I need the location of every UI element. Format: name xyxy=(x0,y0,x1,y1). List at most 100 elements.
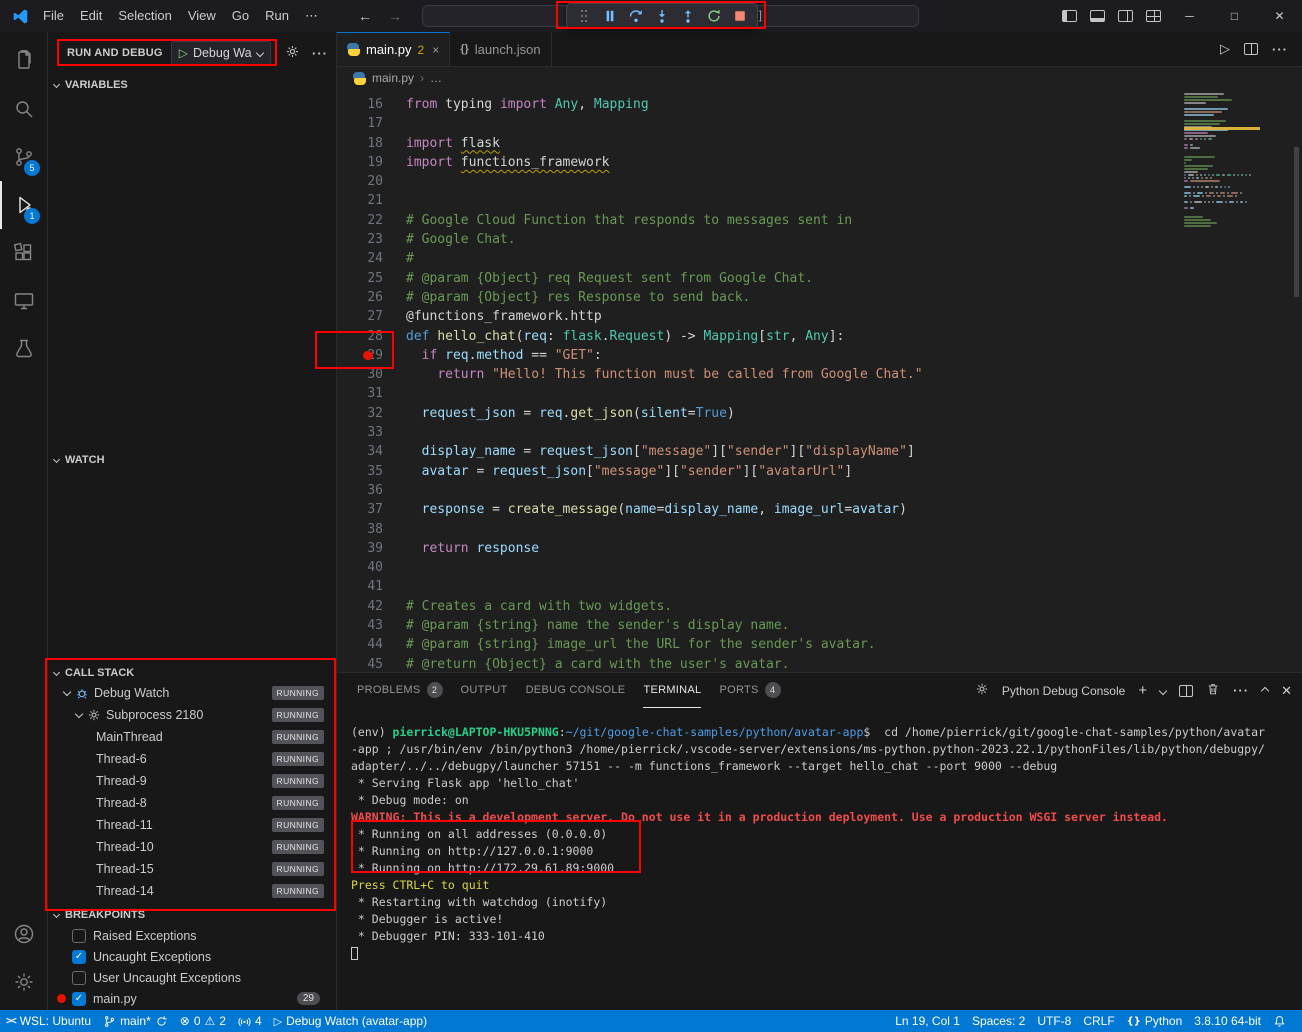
breakpoint-row[interactable]: ✓Uncaught Exceptions xyxy=(48,946,336,967)
line-number[interactable]: 40 xyxy=(337,558,383,577)
menu-run[interactable]: Run xyxy=(257,0,297,32)
breakpoint-row[interactable]: Raised Exceptions xyxy=(48,925,336,946)
maximize-button[interactable]: □ xyxy=(1212,0,1257,32)
breakpoint-checkbox[interactable]: ✓ xyxy=(72,992,86,1006)
breakpoint-checkbox[interactable] xyxy=(72,971,86,985)
close-panel-icon[interactable]: ✕ xyxy=(1281,683,1292,699)
editor-more-actions-icon[interactable]: ··· xyxy=(1272,42,1288,57)
step-into-icon[interactable] xyxy=(650,5,674,27)
breakpoint-glyph-icon[interactable] xyxy=(363,351,373,361)
panel-tab-problems[interactable]: PROBLEMS2 xyxy=(357,673,443,708)
kill-terminal-icon[interactable] xyxy=(1206,682,1220,699)
breadcrumb-symbol[interactable]: … xyxy=(430,71,442,85)
accounts-icon[interactable] xyxy=(0,910,47,958)
run-and-debug-icon[interactable]: 1 xyxy=(0,181,47,229)
status-problems[interactable]: ⊗0⚠2 xyxy=(174,1010,232,1032)
pause-icon[interactable] xyxy=(598,5,622,27)
line-number[interactable]: 32 xyxy=(337,404,383,423)
panel-tab-terminal[interactable]: TERMINAL xyxy=(643,673,701,708)
line-number[interactable]: 19 xyxy=(337,153,383,172)
line-number[interactable]: 17 xyxy=(337,114,383,133)
breadcrumb-file[interactable]: main.py xyxy=(372,71,414,85)
views-more-actions-icon[interactable]: ··· xyxy=(312,46,328,61)
line-number[interactable]: 29 xyxy=(337,346,383,365)
line-number[interactable]: 18 xyxy=(337,134,383,153)
call-stack-row[interactable]: Thread-14RUNNING xyxy=(48,880,336,902)
breakpoint-checkbox[interactable]: ✓ xyxy=(72,950,86,964)
breakpoints-section-header[interactable]: BREAKPOINTS xyxy=(48,904,336,926)
breakpoint-row[interactable]: User Uncaught Exceptions xyxy=(48,967,336,988)
line-number[interactable]: 44 xyxy=(337,635,383,654)
testing-icon[interactable] xyxy=(0,325,47,373)
line-number[interactable]: 43 xyxy=(337,616,383,635)
close-button[interactable]: ✕ xyxy=(1257,0,1302,32)
call-stack-row[interactable]: Thread-10RUNNING xyxy=(48,836,336,858)
code-editor[interactable]: 16from typing import Any, Mapping1718imp… xyxy=(337,89,1302,672)
call-stack-row[interactable]: Thread-9RUNNING xyxy=(48,770,336,792)
call-stack-row[interactable]: Thread-8RUNNING xyxy=(48,792,336,814)
line-number[interactable]: 38 xyxy=(337,520,383,539)
line-number[interactable]: 28 xyxy=(337,327,383,346)
settings-gear-icon[interactable] xyxy=(0,958,47,1006)
line-number[interactable]: 37 xyxy=(337,500,383,519)
search-icon[interactable] xyxy=(0,85,47,133)
panel-more-actions-icon[interactable]: ··· xyxy=(1233,683,1249,698)
line-number[interactable]: 30 xyxy=(337,365,383,384)
debug-config-dropdown[interactable]: ▷ Debug Wa xyxy=(171,41,271,65)
status-ports-forwarded[interactable]: 4 xyxy=(232,1010,268,1032)
extensions-icon[interactable] xyxy=(0,229,47,277)
menu-selection[interactable]: Selection xyxy=(110,0,179,32)
toggle-secondary-sidebar-icon[interactable] xyxy=(1111,0,1139,32)
source-control-icon[interactable]: 5 xyxy=(0,133,47,181)
minimap[interactable] xyxy=(1184,93,1260,228)
menu-file[interactable]: File xyxy=(35,0,72,32)
restart-icon[interactable] xyxy=(702,5,726,27)
split-editor-icon[interactable] xyxy=(1244,43,1258,55)
line-number[interactable]: 20 xyxy=(337,172,383,191)
maximize-panel-icon[interactable] xyxy=(1261,686,1269,694)
forward-arrow-icon[interactable]: → xyxy=(388,8,402,24)
call-stack-row[interactable]: MainThreadRUNNING xyxy=(48,726,336,748)
menu-more[interactable]: ⋯ xyxy=(297,0,326,32)
line-number[interactable]: 16 xyxy=(337,95,383,114)
status-eol[interactable]: CRLF xyxy=(1077,1010,1120,1032)
new-terminal-icon[interactable]: + xyxy=(1138,682,1147,699)
call-stack-row[interactable]: Subprocess 2180RUNNING xyxy=(48,704,336,726)
line-number[interactable]: 25 xyxy=(337,269,383,288)
step-out-icon[interactable] xyxy=(676,5,700,27)
step-over-icon[interactable] xyxy=(624,5,648,27)
breadcrumb[interactable]: main.py › … xyxy=(337,67,1302,89)
breakpoint-checkbox[interactable] xyxy=(72,929,86,943)
explorer-icon[interactable] xyxy=(0,37,47,85)
call-stack-row[interactable]: Thread-15RUNNING xyxy=(48,858,336,880)
call-stack-row[interactable]: Thread-6RUNNING xyxy=(48,748,336,770)
run-python-file-icon[interactable]: ▷ xyxy=(1220,41,1230,57)
panel-tab-ports[interactable]: PORTS4 xyxy=(719,673,780,708)
chevron-down-icon[interactable] xyxy=(63,687,71,695)
status-encoding[interactable]: UTF-8 xyxy=(1031,1010,1077,1032)
line-number[interactable]: 26 xyxy=(337,288,383,307)
line-number[interactable]: 34 xyxy=(337,442,383,461)
remote-explorer-icon[interactable] xyxy=(0,277,47,325)
tab-launch-json[interactable]: {}launch.json xyxy=(450,32,551,66)
stop-icon[interactable] xyxy=(728,5,752,27)
call-stack-row[interactable]: Debug WatchRUNNING xyxy=(48,682,336,704)
status-interpreter[interactable]: 3.8.10 64-bit xyxy=(1188,1010,1267,1032)
status-remote[interactable]: ><WSL: Ubuntu xyxy=(0,1010,97,1032)
menu-go[interactable]: Go xyxy=(224,0,257,32)
call-stack-row[interactable]: Thread-11RUNNING xyxy=(48,814,336,836)
toggle-sidebar-icon[interactable] xyxy=(1055,0,1083,32)
line-number[interactable]: 23 xyxy=(337,230,383,249)
close-tab-icon[interactable]: × xyxy=(432,43,439,57)
status-language-mode[interactable]: {}Python xyxy=(1121,1010,1189,1032)
back-arrow-icon[interactable]: ← xyxy=(358,8,372,24)
customize-layout-icon[interactable] xyxy=(1139,0,1167,32)
split-terminal-icon[interactable] xyxy=(1179,685,1193,697)
line-number[interactable]: 31 xyxy=(337,384,383,403)
status-notifications[interactable] xyxy=(1267,1010,1292,1032)
terminal[interactable]: (env) pierrick@LAPTOP-HKU5PNNG:~/git/goo… xyxy=(337,708,1302,1010)
line-number[interactable]: 24 xyxy=(337,249,383,268)
line-number[interactable]: 21 xyxy=(337,191,383,210)
start-debug-icon[interactable]: ▷ xyxy=(179,46,188,60)
chevron-down-icon[interactable] xyxy=(75,709,83,717)
